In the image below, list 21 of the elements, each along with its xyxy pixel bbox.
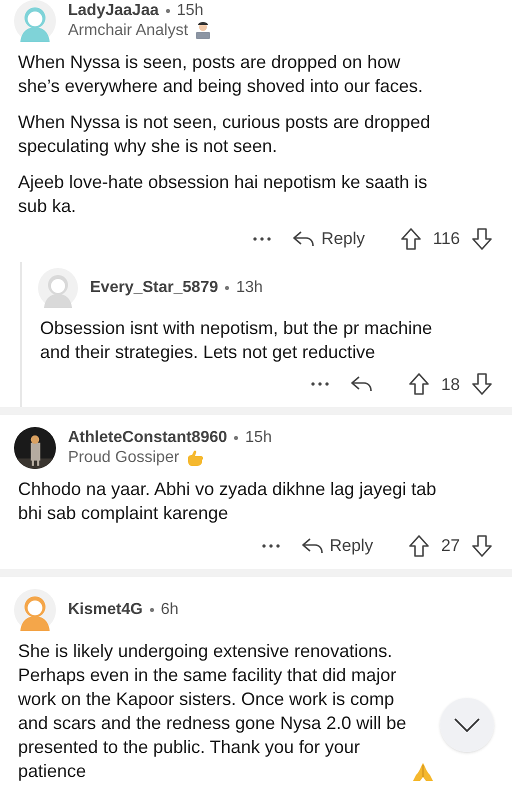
username[interactable]: AthleteConstant8960 xyxy=(68,428,228,448)
reply-button[interactable]: Reply xyxy=(302,533,374,558)
reply-button[interactable]: Reply xyxy=(293,226,365,252)
comment-text: Chhodo na yaar. Abhi vo zyada dikhne lag jayegi tab bhi sab complaint karenge xyxy=(18,478,436,525)
vote-count: 116 xyxy=(432,228,460,250)
user-flair: Proud Gossiper xyxy=(68,448,180,468)
comment-text: Obsession isnt with nepotism, but the pr machine and their strategies. Lets not get reductive xyxy=(40,316,432,364)
username[interactable]: Every_Star_5879 xyxy=(90,278,218,298)
vote-count: 18 xyxy=(441,374,460,396)
timestamp: 15h xyxy=(245,428,272,448)
user-flair: Armchair Analyst xyxy=(68,21,188,41)
comment-text: Ajeeb love-hate obsession hai nepotism ke saath is sub ka. xyxy=(18,171,428,218)
comment-text: She is likely undergoing extensive renovations. Perhaps even in the same facility that did major work on the Kapoor sisters. Once work is comp and scars and the redness gone Nysa 2.0 will be presented to the public. Thank you for your patience xyxy=(18,640,406,782)
timestamp: 15h xyxy=(176,1,204,21)
comment-text: When Nyssa is seen, posts are dropped on how she’s everywhere and being shoved into our faces. xyxy=(18,51,423,98)
vote-count: 27 xyxy=(441,535,460,557)
username[interactable]: LadyJaaJaa xyxy=(68,1,159,21)
timestamp: 6h xyxy=(160,600,178,620)
timestamp: 13h xyxy=(236,278,263,298)
comment-text: When Nyssa is not seen, curious posts are dropped speculating why she is not seen. xyxy=(18,111,430,158)
username[interactable]: Kismet4G xyxy=(68,600,143,620)
